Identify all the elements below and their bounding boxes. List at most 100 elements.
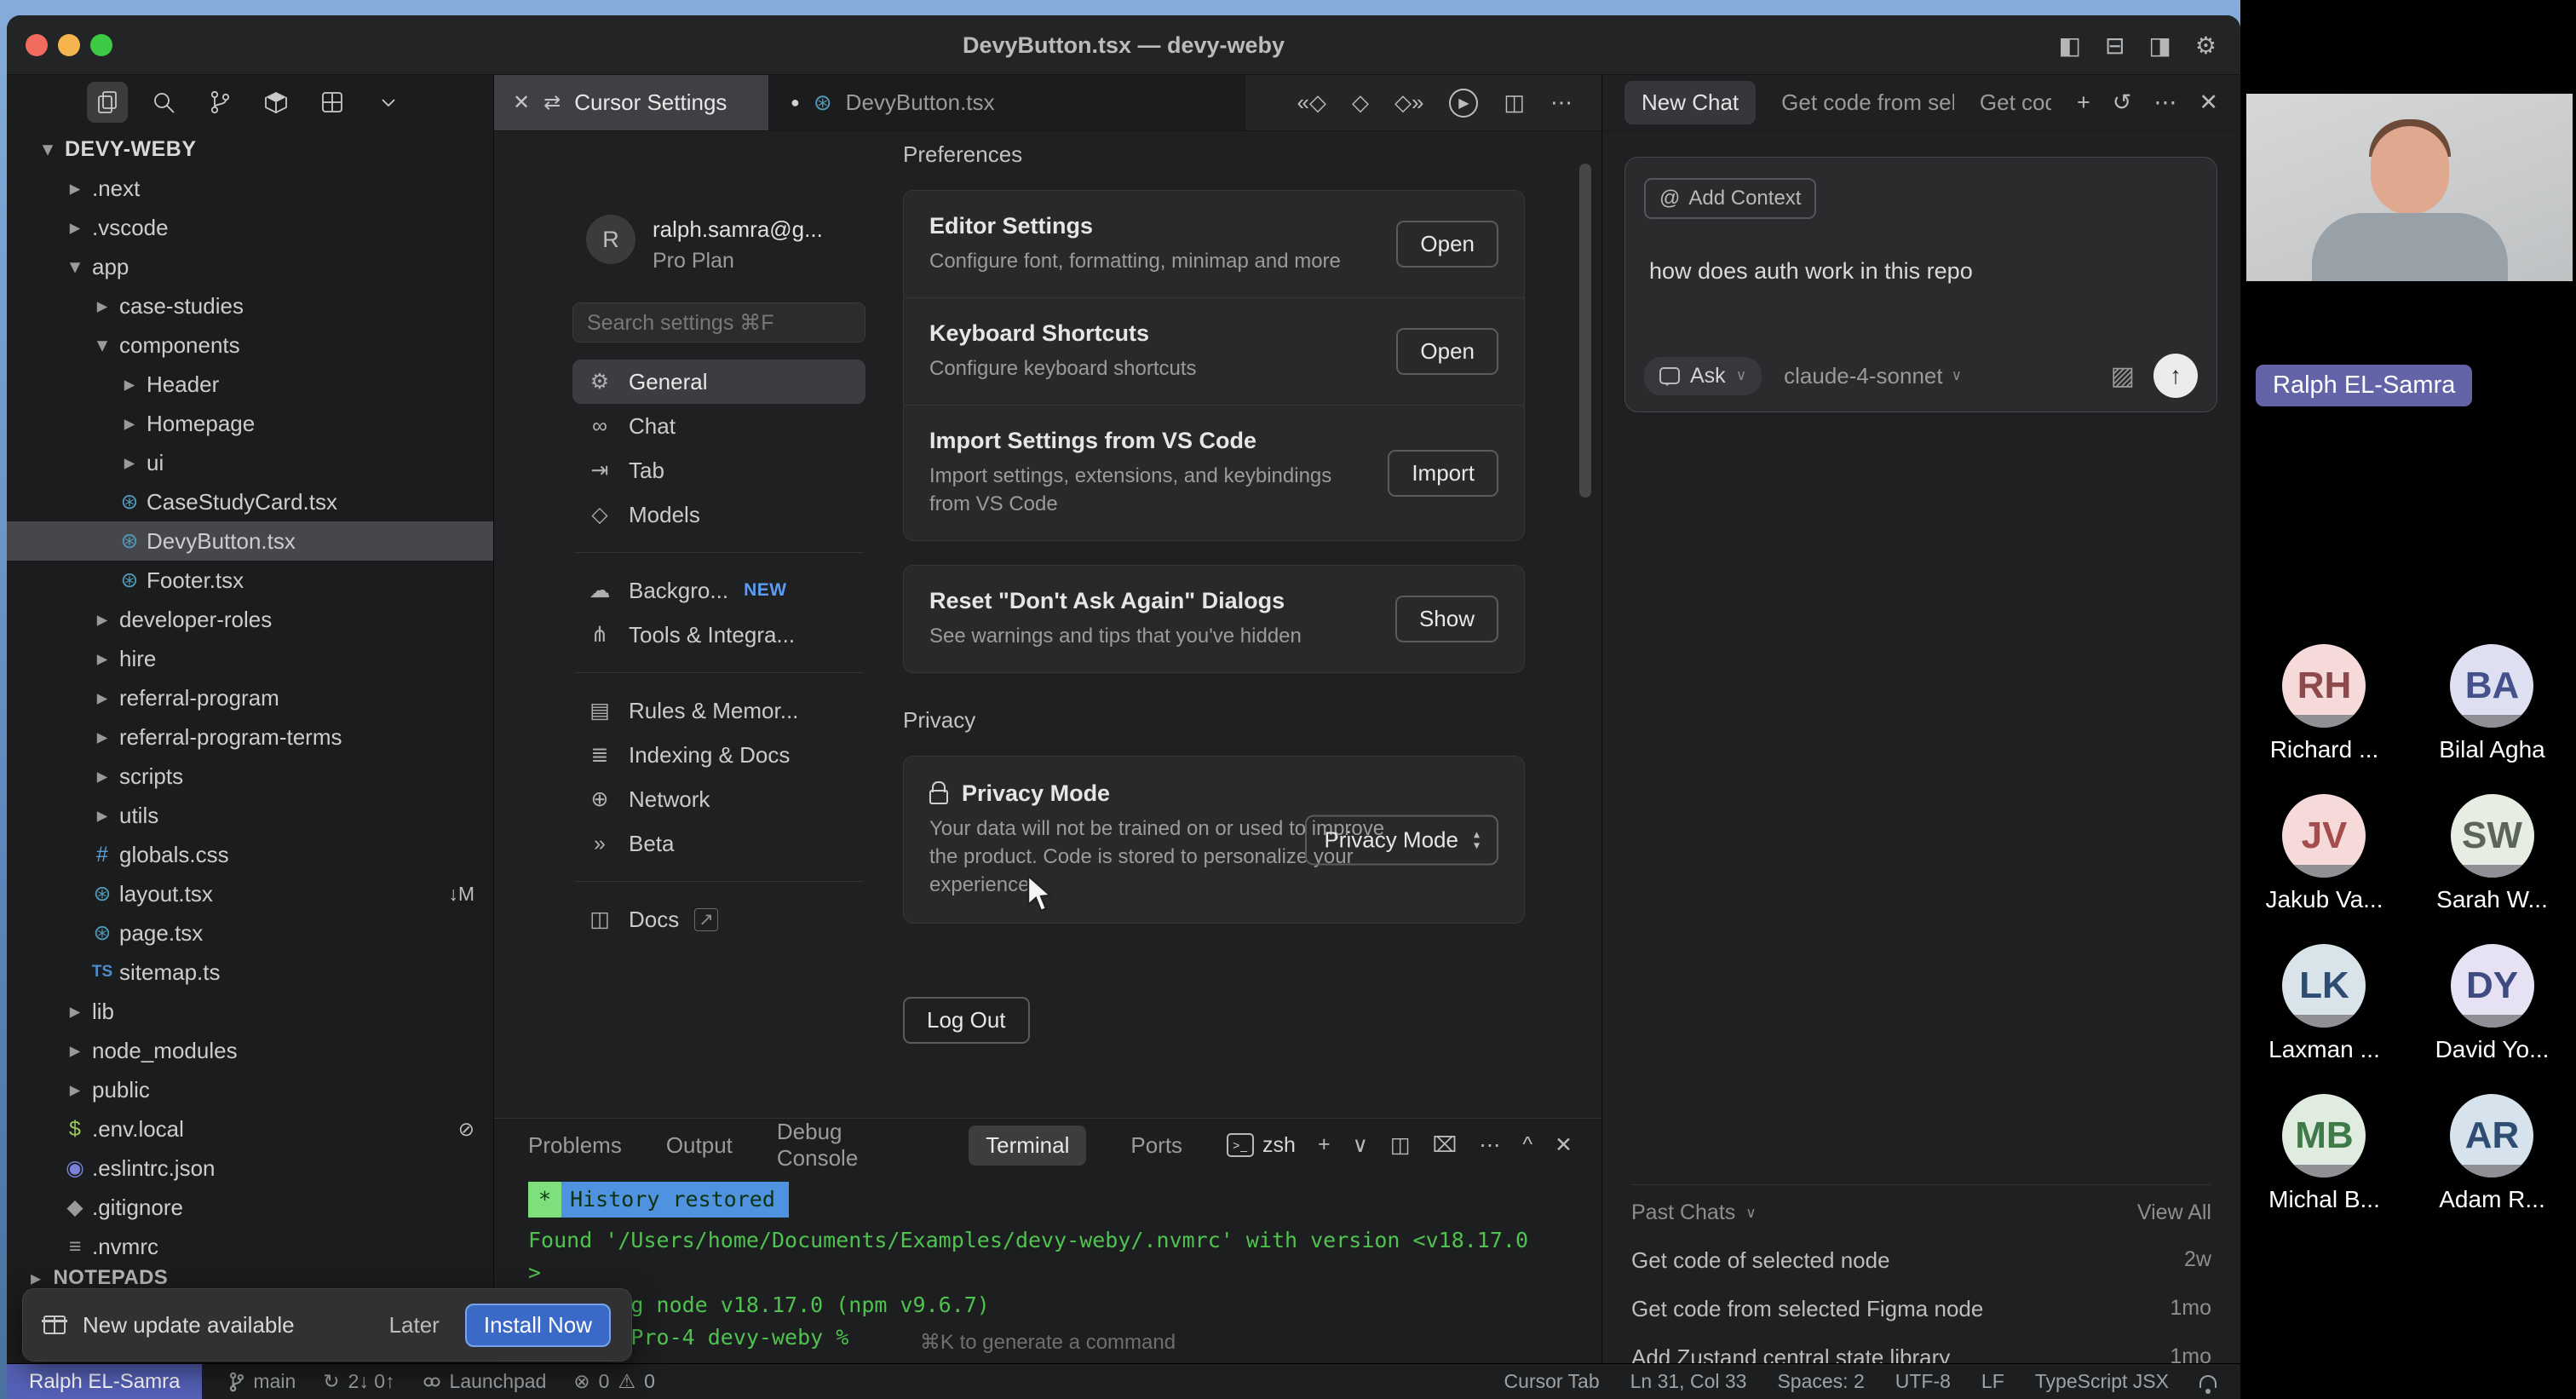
- extensions-icon[interactable]: [256, 82, 296, 123]
- past-chat-item[interactable]: Get code of selected node 2w: [1631, 1247, 2211, 1274]
- past-chat-item[interactable]: Get code from selected Figma node 1mo: [1631, 1296, 2211, 1322]
- status-item[interactable]: TypeScript JSX: [2035, 1370, 2169, 1393]
- chat-input-card[interactable]: @ Add Context how does auth work in this…: [1624, 157, 2217, 412]
- install-now-button[interactable]: Install Now: [465, 1304, 611, 1347]
- status-item[interactable]: UTF-8: [1895, 1370, 1951, 1393]
- participant[interactable]: AR Adam R...: [2439, 1094, 2544, 1213]
- preference-action-button[interactable]: Import: [1388, 450, 1498, 497]
- live-share-user[interactable]: Ralph EL-Samra: [7, 1364, 202, 1399]
- scrollbar[interactable]: [1579, 164, 1591, 498]
- privacy-mode-select[interactable]: Privacy Mode ▴▾: [1305, 815, 1498, 865]
- explorer-item[interactable]: ⊛ page.tsx: [7, 913, 493, 953]
- explorer-item[interactable]: ▸ referral-program: [7, 678, 493, 717]
- explorer-item[interactable]: ▸ case-studies: [7, 286, 493, 325]
- layouts-icon[interactable]: [312, 82, 353, 123]
- editor-action-icon[interactable]: ◇: [1352, 89, 1369, 116]
- close-tab-icon[interactable]: ✕: [513, 90, 530, 115]
- explorer-item[interactable]: # globals.css: [7, 835, 493, 874]
- tab-devybutton[interactable]: ● ⊛ DevyButton.tsx: [768, 75, 1245, 130]
- participant[interactable]: BA Bilal Agha: [2439, 644, 2545, 763]
- terminal-action-icon[interactable]: ⌧: [1433, 1132, 1458, 1158]
- terminal-output[interactable]: * History restored Found '/Users/home/Do…: [494, 1172, 1601, 1354]
- editor-action-icon[interactable]: ⋯: [1550, 89, 1573, 116]
- settings-nav-item[interactable]: ⊕ Network: [572, 777, 865, 821]
- terminal-action-icon[interactable]: ✕: [1555, 1132, 1573, 1158]
- titlebar-icon[interactable]: ⊟: [2105, 32, 2125, 60]
- log-out-button[interactable]: Log Out: [903, 997, 1030, 1044]
- chat-action-icon[interactable]: ✕: [2199, 89, 2218, 116]
- shell-indicator[interactable]: >_ zsh: [1227, 1133, 1296, 1158]
- settings-nav-item[interactable]: ⋔ Tools & Integra...: [572, 613, 865, 657]
- explorer-item[interactable]: ▾ components: [7, 325, 493, 365]
- ask-mode-dropdown[interactable]: Ask ∨: [1644, 357, 1762, 395]
- settings-nav-item[interactable]: ☁ Backgro... NEW: [572, 568, 865, 613]
- search-settings-input[interactable]: Search settings ⌘F: [572, 302, 865, 343]
- later-button[interactable]: Later: [381, 1307, 448, 1344]
- chat-action-icon[interactable]: +: [2077, 89, 2090, 116]
- explorer-item[interactable]: ▸ node_modules: [7, 1031, 493, 1070]
- titlebar-icon[interactable]: ◧: [2058, 32, 2080, 60]
- chat-prompt-text[interactable]: how does auth work in this repo: [1649, 258, 1973, 285]
- explorer-item[interactable]: ▸ public: [7, 1070, 493, 1109]
- explorer-item[interactable]: ≡ .nvmrc: [7, 1227, 493, 1266]
- titlebar-icon[interactable]: ◨: [2148, 32, 2171, 60]
- terminal-action-icon[interactable]: ^: [1522, 1132, 1532, 1158]
- participant[interactable]: DY David Yo...: [2435, 944, 2550, 1063]
- participant[interactable]: RH Richard ...: [2270, 644, 2379, 763]
- chat-action-icon[interactable]: ⋯: [2153, 89, 2176, 116]
- explorer-item[interactable]: ▸ Header: [7, 365, 493, 404]
- explorer-item[interactable]: ▸ utils: [7, 796, 493, 835]
- git-branch-item[interactable]: main: [229, 1370, 296, 1393]
- panel-tab[interactable]: Problems: [528, 1132, 622, 1159]
- preference-action-button[interactable]: Open: [1396, 221, 1498, 268]
- status-item[interactable]: Spaces: 2: [1777, 1370, 1864, 1393]
- explorer-item[interactable]: ▸ .vscode: [7, 208, 493, 247]
- explorer-item[interactable]: ⊛ CaseStudyCard.tsx: [7, 482, 493, 521]
- participant[interactable]: JV Jakub Va...: [2265, 794, 2383, 913]
- search-icon[interactable]: [143, 82, 184, 123]
- video-feed[interactable]: [2246, 94, 2573, 281]
- panel-tab[interactable]: Debug Console: [777, 1119, 924, 1172]
- explorer-item[interactable]: ⊛ DevyButton.tsx: [7, 521, 493, 561]
- status-item[interactable]: LF: [1981, 1370, 2004, 1393]
- sync-item[interactable]: ↻ 2↓ 0↑: [323, 1370, 394, 1393]
- explorer-item[interactable]: ▸ lib: [7, 992, 493, 1031]
- view-all-link[interactable]: View All: [2137, 1200, 2211, 1225]
- settings-nav-item[interactable]: ≣ Indexing & Docs: [572, 733, 865, 777]
- explorer-item[interactable]: ▸ Homepage: [7, 404, 493, 443]
- settings-nav-item[interactable]: ◇ Models: [572, 492, 865, 537]
- explorer-item[interactable]: $ .env.local ⊘: [7, 1109, 493, 1149]
- source-control-icon[interactable]: [199, 82, 240, 123]
- editor-action-icon[interactable]: ◇»: [1394, 89, 1423, 116]
- errors-item[interactable]: ⊗ 0 ⚠ 0: [573, 1370, 655, 1393]
- explorer-item[interactable]: ◉ .eslintrc.json: [7, 1149, 493, 1188]
- panel-tab[interactable]: Ports: [1130, 1132, 1182, 1159]
- show-button[interactable]: Show: [1395, 596, 1498, 642]
- explorer-item[interactable]: ▸ referral-program-terms: [7, 717, 493, 757]
- settings-nav-item[interactable]: ▤ Rules & Memor...: [572, 688, 865, 733]
- explorer-item[interactable]: ▸ developer-roles: [7, 600, 493, 639]
- terminal-action-icon[interactable]: ∨: [1353, 1132, 1368, 1158]
- notifications-bell-icon[interactable]: [2199, 1375, 2217, 1388]
- participant[interactable]: MB Michal B...: [2268, 1094, 2380, 1213]
- terminal-action-icon[interactable]: +: [1318, 1132, 1331, 1158]
- editor-action-icon[interactable]: ▶: [1449, 89, 1478, 118]
- explorer-item[interactable]: ▸ scripts: [7, 757, 493, 796]
- explorer-item[interactable]: ▸ .next: [7, 169, 493, 208]
- explorer-item[interactable]: ⊛ Footer.tsx: [7, 561, 493, 600]
- settings-nav-item[interactable]: » Beta: [572, 821, 865, 866]
- settings-nav-item[interactable]: ⚙ General: [572, 360, 865, 404]
- titlebar-icon[interactable]: ⚙: [2195, 32, 2217, 60]
- explorer-item[interactable]: TS sitemap.ts: [7, 953, 493, 992]
- settings-nav-item[interactable]: ⇥ Tab: [572, 448, 865, 492]
- attach-image-icon[interactable]: ▨: [2111, 361, 2135, 391]
- panel-tab[interactable]: Output: [666, 1132, 733, 1159]
- participant[interactable]: LK Laxman ...: [2268, 944, 2380, 1063]
- notepads-section[interactable]: ▸ NOTEPADS: [31, 1266, 168, 1291]
- explorer-item[interactable]: ⊛ layout.tsx ↓M: [7, 874, 493, 913]
- explorer-item[interactable]: ▸ ui: [7, 443, 493, 482]
- explorer-item[interactable]: ▾ DEVY-WEBY: [7, 130, 493, 169]
- explorer-item[interactable]: ◆ .gitignore: [7, 1188, 493, 1227]
- terminal-action-icon[interactable]: ⋯: [1479, 1132, 1500, 1158]
- launchpad-item[interactable]: Launchpad: [423, 1370, 547, 1393]
